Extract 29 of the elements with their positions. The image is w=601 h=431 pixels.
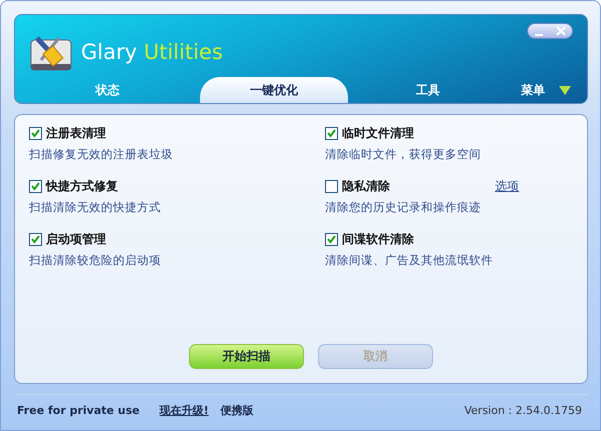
task-description: 清除间谍、广告及其他流氓软件 bbox=[325, 253, 494, 268]
checkbox[interactable] bbox=[29, 233, 42, 246]
checkbox[interactable] bbox=[325, 127, 338, 140]
version-text: Version : 2.54.0.1759 bbox=[464, 404, 582, 417]
task-title: 启动项管理 bbox=[46, 231, 106, 248]
task-description: 清除临时文件，获得更多空间 bbox=[325, 147, 482, 162]
dropdown-triangle-icon bbox=[559, 86, 571, 94]
portable-label: 便携版 bbox=[220, 403, 254, 418]
start-scan-button[interactable]: 开始扫描 bbox=[189, 344, 304, 369]
task-title: 快捷方式修复 bbox=[46, 178, 118, 195]
task-description: 扫描清除无效的快捷方式 bbox=[29, 200, 162, 215]
options-link[interactable]: 选项 bbox=[495, 178, 519, 195]
task-description: 扫描修复无效的注册表垃圾 bbox=[29, 147, 174, 162]
task-description: 扫描清除较危险的启动项 bbox=[29, 253, 162, 268]
task-title: 隐私清除 bbox=[342, 178, 390, 195]
task-title: 临时文件清理 bbox=[342, 125, 414, 142]
tab[interactable]: 工具 bbox=[348, 77, 508, 103]
task-description: 清除您的历史记录和操作痕迹 bbox=[325, 200, 482, 215]
app-title: Glary Utilities bbox=[81, 40, 223, 64]
checkbox[interactable] bbox=[29, 127, 42, 140]
checkbox[interactable] bbox=[325, 233, 338, 246]
license-text: Free for private use bbox=[17, 404, 140, 417]
task-title: 注册表清理 bbox=[46, 125, 106, 142]
menu-button[interactable]: 菜单 bbox=[521, 77, 571, 103]
task-title: 间谍软件清除 bbox=[342, 231, 414, 248]
upgrade-link[interactable]: 现在升级! bbox=[160, 403, 209, 418]
tab[interactable]: 一键优化 bbox=[200, 77, 348, 103]
checkbox[interactable] bbox=[325, 180, 338, 193]
checkbox[interactable] bbox=[29, 180, 42, 193]
